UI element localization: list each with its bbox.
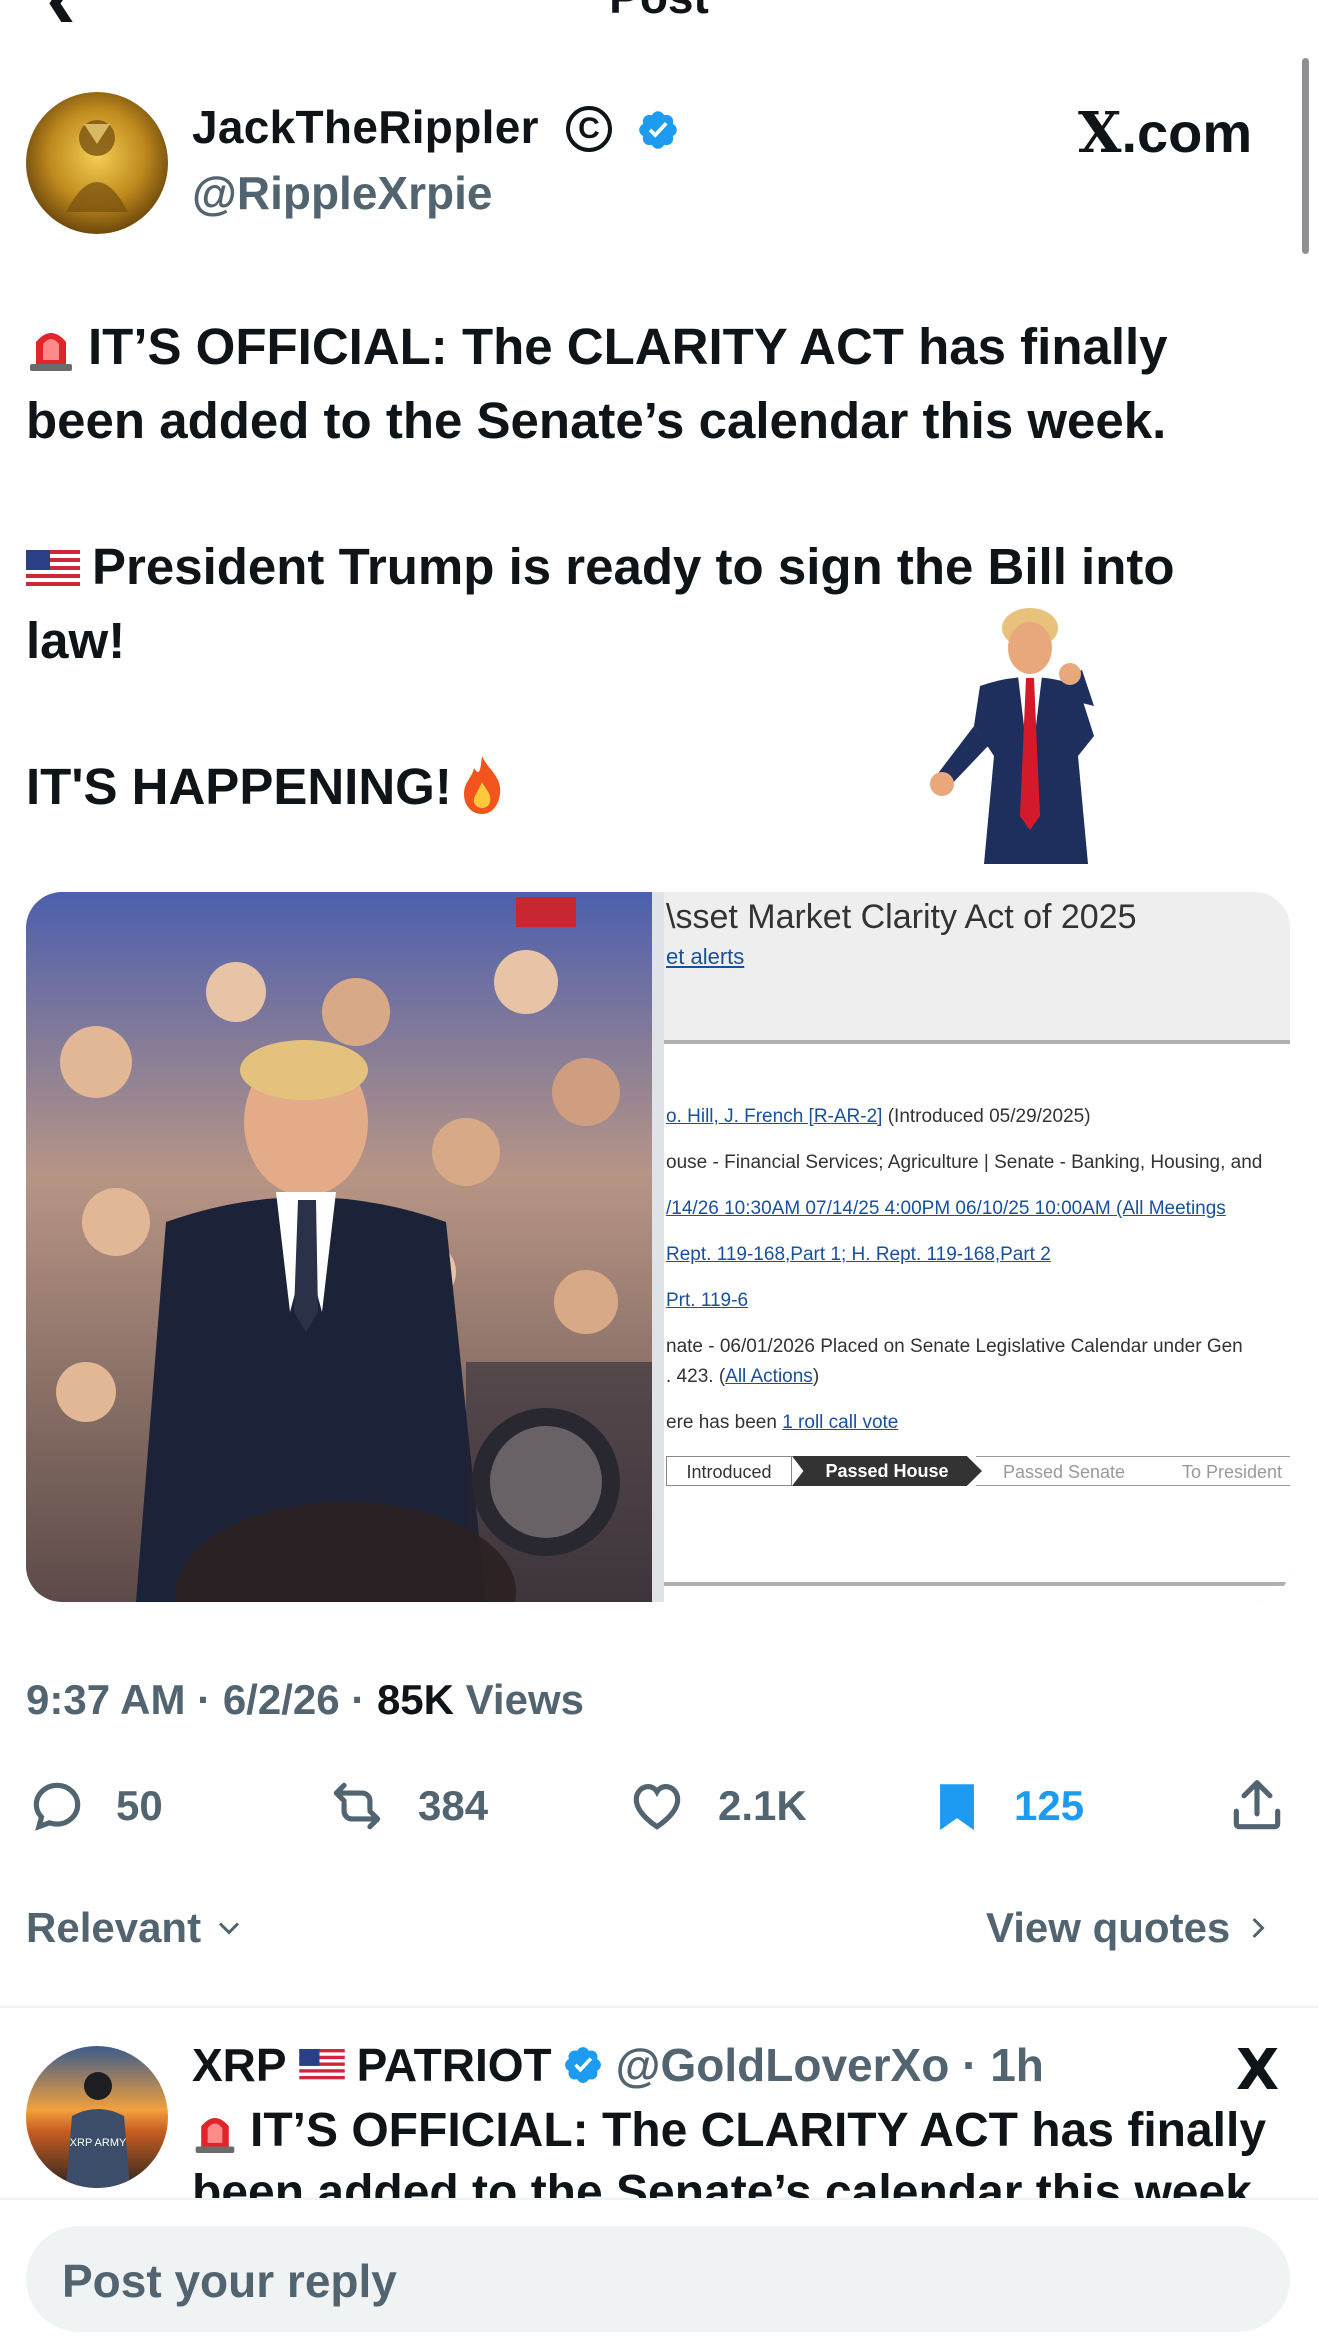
us-flag-icon bbox=[26, 550, 80, 588]
bill-tracker: Introduced Passed House Passed Senate To… bbox=[666, 1456, 1290, 1490]
doc-reports: Rept. 119-168,Part 1; H. Rept. 119-168,P… bbox=[666, 1244, 1051, 1265]
reply-input-placeholder[interactable]: Post your reply bbox=[62, 2254, 397, 2308]
reply-avatar[interactable]: XRP ARMY bbox=[26, 2046, 168, 2188]
tweet-text-5: IT'S HAPPENING! bbox=[26, 758, 452, 815]
repost-button[interactable]: 384 bbox=[324, 1776, 488, 1836]
author-avatar[interactable] bbox=[26, 92, 168, 234]
media-grid[interactable]: \sset Market Clarity Act of 2025 et aler… bbox=[26, 892, 1290, 1602]
heart-icon bbox=[633, 1784, 681, 1830]
doc-print: Prt. 119-6 bbox=[666, 1290, 749, 1311]
reply-button[interactable]: 50 bbox=[26, 1776, 163, 1836]
tweet-text-3: President Trump is ready to sign the Bil… bbox=[92, 538, 1175, 595]
source-watermark: X.com bbox=[1078, 100, 1252, 166]
verified-icon bbox=[564, 2047, 601, 2083]
source-suffix: .com bbox=[1121, 101, 1253, 164]
top-header: ❮ Post bbox=[0, 0, 1318, 22]
doc-committees: ouse - Financial Services; Agriculture |… bbox=[666, 1152, 1263, 1173]
share-icon bbox=[1233, 1780, 1281, 1830]
doc-action-2-post: ) bbox=[812, 1366, 820, 1387]
doc-votes: ere has been 1 roll call vote bbox=[666, 1412, 898, 1434]
doc-all-actions-link: All Actions bbox=[725, 1366, 813, 1387]
reply-name-2[interactable]: PATRIOT bbox=[357, 2038, 552, 2092]
author-name[interactable]: JackTheRippler bbox=[192, 100, 539, 154]
doc-title: \sset Market Clarity Act of 2025 bbox=[666, 898, 1137, 936]
repost-count: 384 bbox=[418, 1782, 489, 1829]
reply-icon bbox=[33, 1782, 81, 1831]
doc-votes-link: 1 roll call vote bbox=[782, 1412, 899, 1433]
tweet-text-1: IT’S OFFICIAL: The CLARITY ACT has final… bbox=[88, 318, 1168, 375]
like-button[interactable]: 2.1K bbox=[624, 1776, 807, 1836]
doc-sponsor: o. Hill, J. French [R-AR-2] (Introduced … bbox=[666, 1106, 1091, 1128]
doc-votes-pre: ere has been bbox=[666, 1412, 783, 1433]
like-count: 2.1K bbox=[718, 1782, 807, 1829]
page-title: Post bbox=[0, 0, 1318, 22]
tracker-introduced: Introduced bbox=[666, 1456, 792, 1486]
tweet-text-2: been added to the Senate’s calendar this… bbox=[26, 392, 1167, 449]
fire-icon bbox=[463, 756, 501, 814]
us-flag-icon bbox=[298, 2049, 345, 2081]
scrollbar[interactable] bbox=[1302, 58, 1309, 254]
media-photo-rally[interactable] bbox=[26, 892, 652, 1602]
tweet-text-line: President Trump is ready to sign the Bil… bbox=[26, 530, 1175, 604]
siren-icon bbox=[30, 333, 72, 371]
repost-icon bbox=[333, 1782, 381, 1830]
tracker-passed-senate: Passed Senate bbox=[976, 1456, 1152, 1486]
bookmark-button[interactable]: 125 bbox=[928, 1776, 1084, 1836]
reply-avatar-text: XRP ARMY bbox=[70, 2137, 127, 2149]
doc-action-2: . 423. (All Actions) bbox=[666, 1366, 819, 1388]
doc-divider bbox=[664, 1582, 1290, 1586]
tweet-text-line: IT'S HAPPENING! bbox=[26, 750, 506, 824]
doc-meetings: /14/26 10:30AM 07/14/25 4:00PM 06/10/25 … bbox=[666, 1198, 1226, 1219]
reply-header: XRP PATRIOT @GoldLoverXo · 1h bbox=[192, 2038, 1044, 2092]
reply-text-1: IT’S OFFICIAL: The CLARITY ACT has final… bbox=[250, 2104, 1267, 2157]
sort-relevant-dropdown[interactable]: Relevant bbox=[26, 1904, 247, 1952]
views-count[interactable]: 85K bbox=[377, 1676, 454, 1723]
doc-header: \sset Market Clarity Act of 2025 et aler… bbox=[664, 892, 1290, 1044]
doc-action-1: nate - 06/01/2026 Placed on Senate Legis… bbox=[666, 1336, 1243, 1357]
bookmark-icon bbox=[940, 1784, 974, 1831]
media-congress-screenshot[interactable]: \sset Market Clarity Act of 2025 et aler… bbox=[664, 892, 1290, 1602]
chevron-down-icon bbox=[219, 1922, 240, 1935]
chevron-right-icon bbox=[1252, 1917, 1265, 1939]
bookmark-count: 125 bbox=[1014, 1782, 1085, 1829]
x-logo-icon: X bbox=[1236, 2038, 1280, 2103]
divider bbox=[0, 2006, 1318, 2008]
post-time: 9:37 AM bbox=[26, 1676, 186, 1723]
post-date: 6/2/26 bbox=[222, 1676, 340, 1723]
reply-handle-time[interactable]: @GoldLoverXo · 1h bbox=[616, 2038, 1044, 2092]
tracker-passed-house: Passed House bbox=[792, 1456, 982, 1486]
dancing-figure-sticker bbox=[918, 606, 1144, 864]
reply-name-1[interactable]: XRP bbox=[192, 2038, 287, 2092]
post-meta: 9:37 AM · 6/2/26 · 85K Views bbox=[26, 1676, 584, 1723]
tweet-text-4: law! bbox=[26, 612, 126, 669]
view-quotes-label: View quotes bbox=[986, 1904, 1231, 1951]
view-quotes-link[interactable]: View quotes bbox=[986, 1904, 1276, 1952]
tweet-text-line: IT’S OFFICIAL: The CLARITY ACT has final… bbox=[26, 310, 1168, 384]
verified-icon[interactable] bbox=[636, 108, 680, 152]
doc-sponsor-rest: (Introduced 05/29/2025) bbox=[882, 1106, 1091, 1127]
tracker-to-president: To President bbox=[1152, 1456, 1290, 1486]
x-logo: X bbox=[1078, 100, 1122, 166]
views-label: Views bbox=[465, 1676, 584, 1723]
siren-icon bbox=[195, 2118, 235, 2153]
reply-count: 50 bbox=[116, 1782, 163, 1829]
doc-sponsor-link: o. Hill, J. French [R-AR-2] bbox=[666, 1106, 883, 1127]
doc-alerts-link: et alerts bbox=[666, 944, 745, 969]
copyright-icon: C bbox=[566, 106, 612, 152]
sort-label: Relevant bbox=[26, 1904, 202, 1951]
doc-action-2-pre: . 423. ( bbox=[666, 1366, 726, 1387]
share-button[interactable] bbox=[1226, 1776, 1316, 1836]
author-handle[interactable]: @RippleXrpie bbox=[192, 166, 492, 220]
